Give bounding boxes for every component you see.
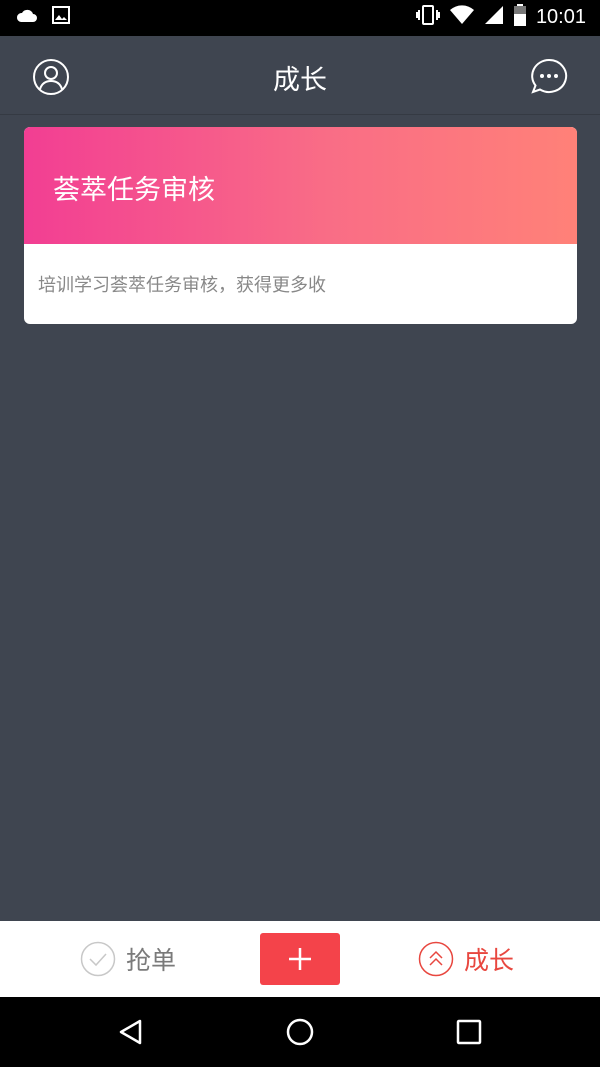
app-header: 成长: [0, 36, 600, 115]
tab-grab-order-label: 抢单: [126, 946, 177, 975]
back-button[interactable]: [116, 1017, 146, 1047]
tab-growth-label: 成长: [464, 946, 515, 975]
signal-icon: [484, 5, 504, 29]
image-icon: [52, 6, 70, 28]
tab-grab-order[interactable]: 抢单: [80, 921, 176, 997]
page-title: 成长: [273, 65, 327, 96]
back-triangle-icon: [119, 1019, 142, 1045]
card-description: 培训学习荟萃任务审核，获得更多收: [38, 275, 326, 296]
check-circle-icon: [80, 941, 116, 977]
card-banner: 荟萃任务审核: [24, 127, 577, 244]
plus-icon: [289, 948, 311, 970]
messages-button[interactable]: [530, 58, 568, 96]
task-review-card[interactable]: 荟萃任务审核 培训学习荟萃任务审核，获得更多收: [24, 127, 577, 324]
wifi-icon: [449, 5, 474, 29]
battery-icon: [513, 4, 526, 30]
status-bar: 10:01: [0, 0, 600, 36]
add-button[interactable]: [260, 933, 340, 985]
recents-square-icon: [456, 1019, 482, 1045]
message-icon: [531, 58, 568, 94]
double-chevron-up-icon: [418, 941, 454, 977]
system-nav-bar: [0, 997, 600, 1067]
vibrate-icon: [415, 4, 440, 30]
tab-growth[interactable]: 成长: [418, 921, 514, 997]
home-button[interactable]: [285, 1017, 315, 1047]
cloud-icon: [16, 7, 38, 27]
clock: 10:01: [535, 5, 586, 28]
recents-button[interactable]: [454, 1017, 484, 1047]
bottom-nav: 抢单 成长: [0, 921, 600, 997]
card-title: 荟萃任务审核: [53, 175, 215, 206]
home-circle-icon: [286, 1018, 314, 1046]
